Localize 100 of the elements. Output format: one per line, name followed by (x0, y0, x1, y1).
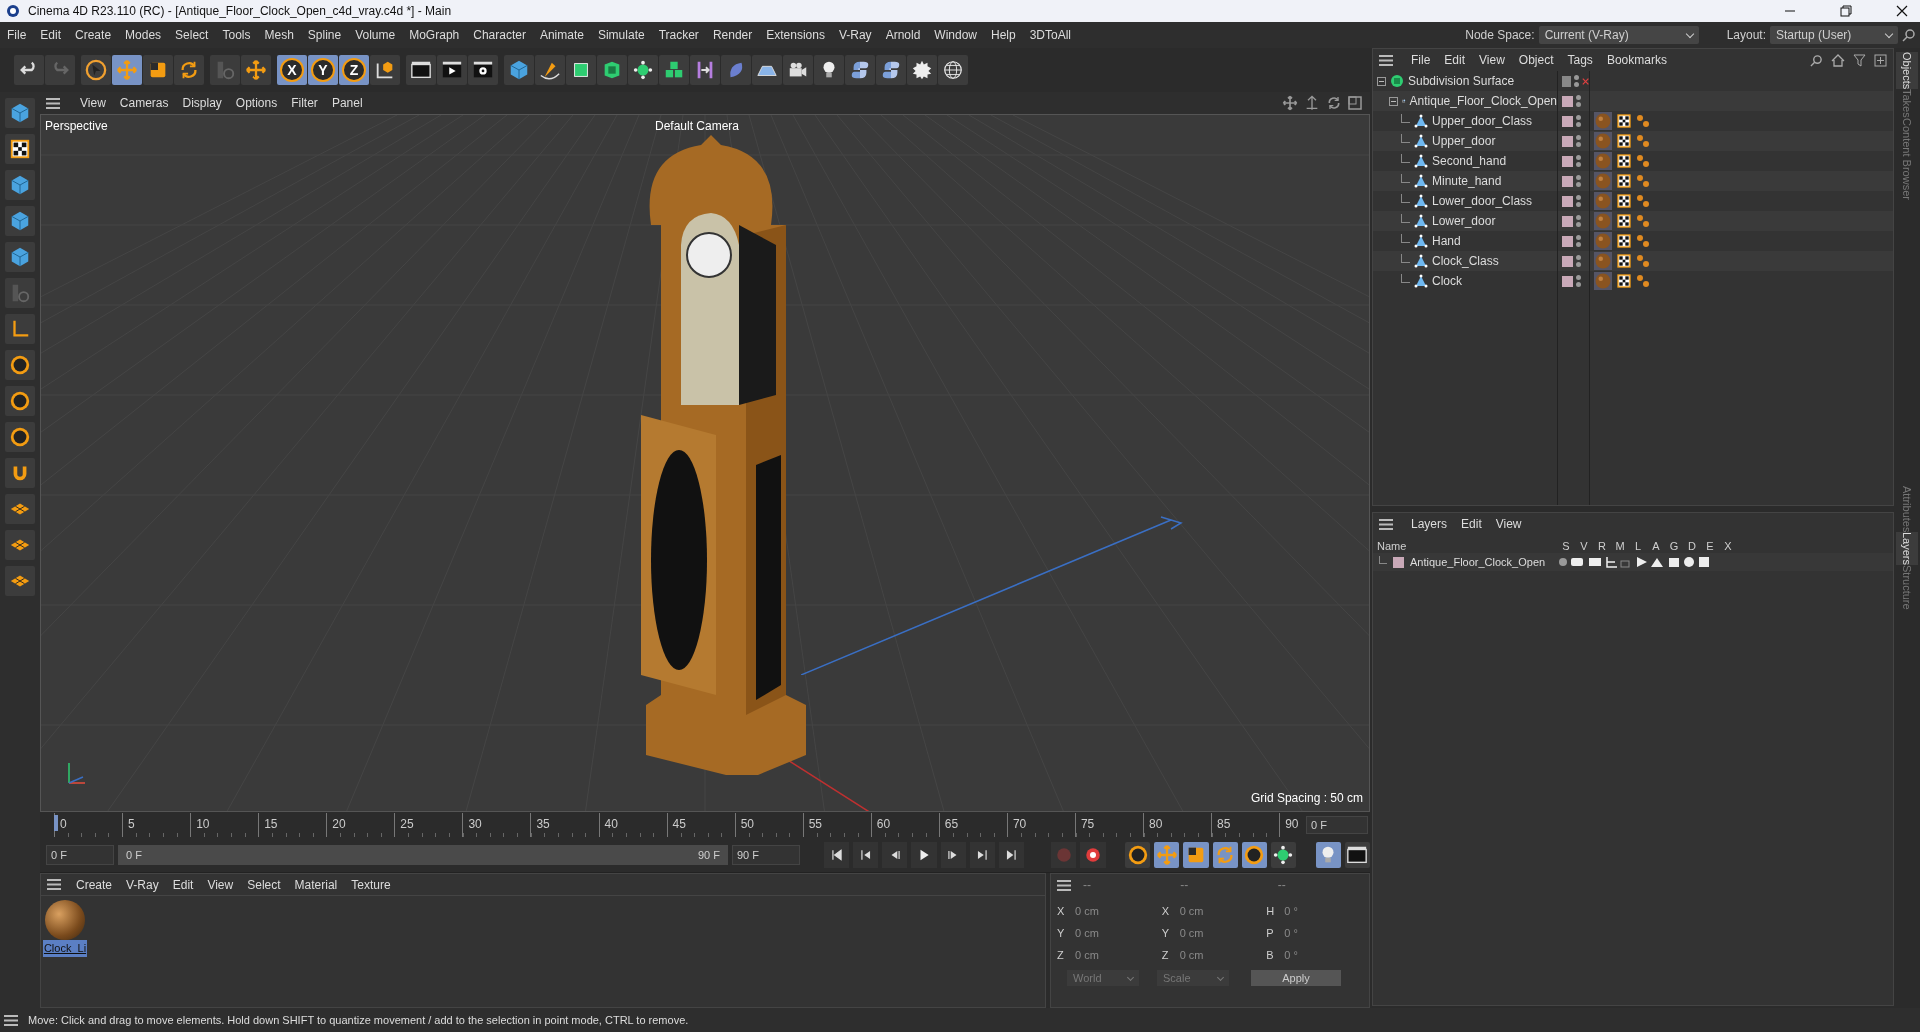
rotate-button[interactable] (174, 55, 204, 85)
move-button[interactable] (241, 55, 271, 85)
dots-tag-icon[interactable] (1636, 114, 1650, 128)
globe-button[interactable] (938, 55, 968, 85)
objects-menu-item[interactable]: File (1405, 51, 1437, 69)
undo-button[interactable] (14, 55, 44, 85)
menu-item[interactable]: Simulate (590, 26, 652, 44)
layer-color-swatch[interactable] (1562, 235, 1573, 247)
python-button[interactable] (845, 55, 875, 85)
objects-menu-item[interactable]: Tags (1561, 51, 1599, 69)
axis-lock-button[interactable]: Y (308, 55, 338, 85)
grid-button[interactable] (5, 494, 35, 524)
menu-item[interactable]: Animate (532, 26, 591, 44)
nodes-button[interactable] (1270, 842, 1296, 868)
play-button[interactable] (911, 842, 937, 868)
menu-item[interactable]: Arnold (878, 26, 928, 44)
maximize-view-icon[interactable] (1348, 96, 1362, 110)
menu-item[interactable]: Edit (33, 26, 69, 44)
magnet-button[interactable] (5, 458, 35, 488)
go-to-end-button[interactable] (998, 842, 1024, 868)
floor-button[interactable] (752, 55, 782, 85)
objects-menu-item[interactable]: View (1473, 51, 1511, 69)
menu-item[interactable]: 3DToAll (1022, 26, 1079, 44)
filter-icon[interactable] (1853, 53, 1866, 67)
object-name[interactable]: Hand (1432, 232, 1461, 250)
autokey-button[interactable] (1080, 842, 1106, 868)
rotate-view-icon[interactable] (1326, 95, 1342, 111)
collapse-icon[interactable] (1389, 96, 1398, 106)
checker-tag-icon[interactable] (1616, 153, 1632, 169)
ring-button[interactable] (1125, 842, 1151, 868)
visibility-dots-icon[interactable] (1576, 95, 1581, 107)
checker-button[interactable] (5, 134, 35, 164)
dots-tag-icon[interactable] (1636, 214, 1650, 228)
dots-tag-icon[interactable] (1636, 154, 1650, 168)
next-frame-button[interactable] (940, 842, 966, 868)
scale-button[interactable] (1183, 842, 1209, 868)
menu-item[interactable]: Volume (348, 26, 403, 44)
layer-color-swatch[interactable] (1562, 255, 1573, 267)
objects-menu-item[interactable]: Bookmarks (1600, 51, 1673, 69)
previous-frame-button[interactable] (882, 842, 908, 868)
menu-icon[interactable] (1057, 879, 1071, 891)
axis-lock-button[interactable]: X (277, 55, 307, 85)
viewport-menu-item[interactable]: View (74, 94, 112, 112)
end-frame-field[interactable]: 90 F (731, 845, 800, 865)
start-frame-field[interactable]: 0 F (46, 845, 115, 865)
checker-tag-icon[interactable] (1616, 213, 1632, 229)
checker-tag-icon[interactable] (1616, 273, 1632, 289)
layer-color-swatch[interactable] (1562, 195, 1573, 207)
viewport-menu-item[interactable]: Options (229, 94, 284, 112)
visibility-dots-icon[interactable] (1576, 255, 1581, 267)
pen-button[interactable] (535, 55, 565, 85)
layers-menu-item[interactable]: Layers (1405, 515, 1454, 533)
axes-cube-button[interactable] (370, 55, 400, 85)
menu-item[interactable]: V-Ray (831, 26, 879, 44)
dots-tag-icon[interactable] (1636, 254, 1650, 268)
menu-item[interactable]: Help (984, 26, 1023, 44)
dots-tag-icon[interactable] (1636, 174, 1650, 188)
material-menu-item[interactable]: V-Ray (119, 875, 166, 894)
layer-color-swatch[interactable] (1393, 556, 1404, 568)
range-end-value[interactable]: 90 F (697, 846, 720, 864)
grid-button[interactable] (5, 530, 35, 560)
clapboard-gear-button[interactable] (468, 55, 498, 85)
objects-menu-item[interactable]: Edit (1438, 51, 1472, 69)
checker-tag-icon[interactable] (1616, 233, 1632, 249)
clapboard-button[interactable] (1344, 842, 1370, 868)
menu-item[interactable]: File (0, 26, 34, 44)
menu-item[interactable]: Select (168, 26, 216, 44)
cube-button[interactable] (504, 55, 534, 85)
menu-item[interactable]: MoGraph (402, 26, 467, 44)
layer-color-swatch[interactable] (1562, 155, 1573, 167)
move-view-icon[interactable] (1282, 95, 1298, 111)
bars-button[interactable] (690, 55, 720, 85)
visibility-dots-icon[interactable] (1576, 275, 1581, 287)
visibility-dots-icon[interactable] (1576, 175, 1581, 187)
cursor-button[interactable] (81, 55, 111, 85)
ring-button[interactable] (5, 350, 35, 380)
checker-tag-icon[interactable] (1616, 133, 1632, 149)
previous-key-button[interactable] (853, 842, 879, 868)
starburst-button[interactable] (907, 55, 937, 85)
current-frame-field[interactable]: 0 F (1306, 816, 1368, 834)
menu-item[interactable]: Tools (215, 26, 258, 44)
menu-icon[interactable] (1379, 54, 1393, 66)
menu-item[interactable]: Window (927, 26, 984, 44)
visibility-dots-icon[interactable] (1576, 215, 1581, 227)
layer-color-swatch[interactable] (1562, 275, 1573, 287)
dots-tag-icon[interactable] (1636, 194, 1650, 208)
object-name[interactable]: Minute_hand (1432, 172, 1502, 190)
cube-button[interactable] (5, 242, 35, 272)
clapboard-button[interactable] (406, 55, 436, 85)
apply-button[interactable]: Apply (1251, 970, 1341, 986)
cube-button[interactable] (5, 206, 35, 236)
layers-menu-item[interactable]: Edit (1455, 515, 1488, 533)
menu-item[interactable]: Character (466, 26, 533, 44)
menu-item[interactable]: Create (68, 26, 119, 44)
visibility-dots-icon[interactable] (1576, 135, 1581, 147)
ring-button[interactable] (5, 422, 35, 452)
new-panel-icon[interactable] (1874, 53, 1887, 67)
visibility-dots-icon[interactable] (1576, 235, 1581, 247)
menu-item[interactable]: Spline (300, 26, 349, 44)
rotate-button[interactable] (1212, 842, 1238, 868)
